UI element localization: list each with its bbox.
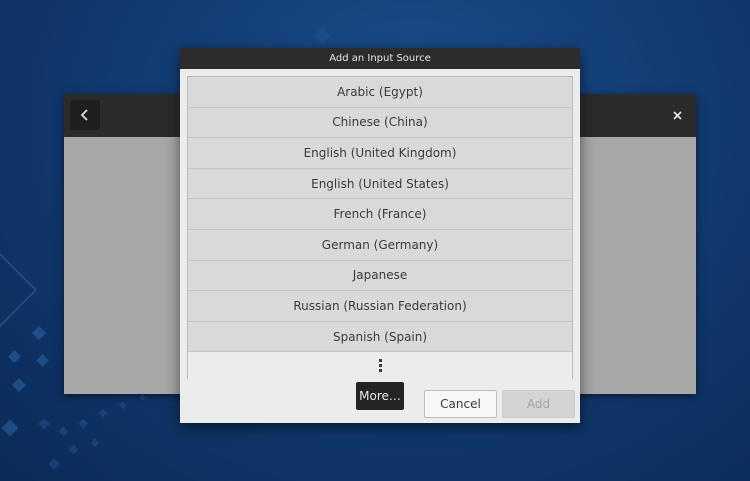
decor-diamond	[68, 444, 79, 455]
list-item-english-uk[interactable]: English (United Kingdom)	[188, 138, 572, 169]
decor-diamond	[98, 408, 108, 418]
decor-diamond	[1, 419, 19, 437]
more-button[interactable]: More…	[356, 382, 404, 410]
input-source-list: Arabic (Egypt) Chinese (China) English (…	[187, 76, 573, 380]
decor-diamond	[78, 418, 89, 429]
list-item-spanish-spain[interactable]: Spanish (Spain)	[188, 321, 572, 353]
decor-diamond	[58, 426, 69, 437]
dialog-title: Add an Input Source	[180, 48, 580, 69]
decor-diamond	[36, 354, 49, 367]
vertical-ellipsis-icon	[378, 359, 382, 373]
show-more-row[interactable]	[188, 352, 572, 380]
close-icon	[672, 110, 682, 120]
list-item-russian[interactable]: Russian (Russian Federation)	[188, 291, 572, 322]
decor-arc	[0, 233, 37, 347]
decor-diamond	[31, 325, 47, 341]
list-item-arabic-egypt[interactable]: Arabic (Egypt)	[188, 77, 572, 108]
list-item-german-germany[interactable]: German (Germany)	[188, 229, 572, 261]
back-button[interactable]	[70, 100, 100, 130]
decor-diamond	[118, 400, 128, 410]
list-item-chinese-china[interactable]: Chinese (China)	[188, 107, 572, 139]
decor-diamond	[138, 393, 147, 402]
decor-diamond	[38, 418, 50, 430]
close-button[interactable]	[666, 104, 688, 126]
add-button[interactable]: Add	[502, 390, 575, 418]
add-input-source-dialog: Add an Input Source Arabic (Egypt) Chine…	[180, 48, 580, 423]
cancel-button[interactable]: Cancel	[424, 390, 497, 418]
list-item-japanese[interactable]: Japanese	[188, 260, 572, 292]
chevron-left-icon	[80, 109, 88, 121]
decor-diamond	[11, 377, 27, 393]
list-item-english-us[interactable]: English (United States)	[188, 168, 572, 200]
decor-diamond	[90, 438, 100, 448]
decor-diamond	[313, 27, 331, 45]
decor-diamond	[8, 350, 21, 363]
decor-diamond	[48, 458, 60, 470]
list-item-french-france[interactable]: French (France)	[188, 199, 572, 230]
